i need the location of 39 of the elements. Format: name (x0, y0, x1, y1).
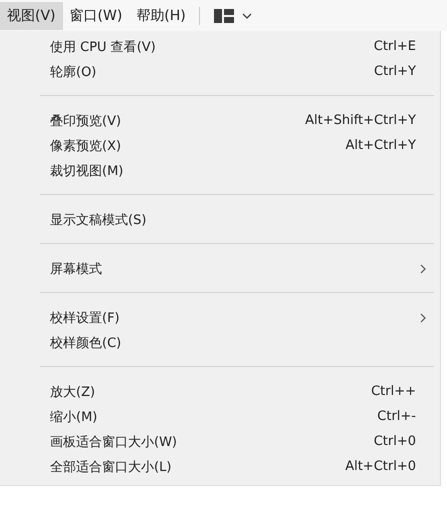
menu-item-label: 放大(Z) (50, 384, 96, 400)
shortcut-label: Ctrl+E (374, 39, 416, 54)
shortcut-label: Ctrl+0 (374, 434, 416, 449)
menu-item-label: 叠印预览(V) (50, 112, 122, 130)
menu-item[interactable]: 校样颜色(C) (0, 330, 440, 355)
menu-item-label: 画板适合窗口大小(W) (50, 434, 178, 450)
menu-item-label: 屏幕模式 (50, 260, 103, 278)
menu-item-label: 校样颜色(C) (50, 334, 122, 352)
menu-item[interactable]: 轮廓(O) Ctrl+Y (0, 59, 440, 84)
shortcut-label: Ctrl+Y (374, 64, 416, 79)
menu-item[interactable]: 显示文稿模式(S) (0, 207, 440, 232)
menu-item[interactable]: 使用 CPU 查看(V) Ctrl+E (0, 34, 440, 59)
shortcut-label: Ctrl++ (371, 384, 416, 399)
chevron-down-icon (242, 12, 252, 18)
layout-icon (214, 8, 234, 22)
menu-item[interactable]: 校样设置(F) (0, 305, 440, 330)
menu-item-label: 显示文稿模式(S) (50, 212, 148, 228)
menu-item[interactable]: 画板适合窗口大小(W) Ctrl+0 (0, 429, 440, 454)
shortcut-label: Ctrl+- (377, 409, 416, 424)
shortcut-label: Alt+Ctrl+Y (346, 138, 416, 153)
menu-item-label: 校样设置(F) (50, 310, 121, 326)
menu-item-label: 使用 CPU 查看(V) (50, 38, 157, 56)
menu-title[interactable]: 窗口(W) (62, 2, 130, 30)
menu-title[interactable]: 帮助(H) (129, 2, 193, 30)
menu-item[interactable]: 放大(Z) Ctrl++ (0, 379, 440, 404)
menu-item[interactable]: 像素预览(X) Alt+Ctrl+Y (0, 133, 440, 158)
menu-item[interactable]: 屏幕模式 (0, 256, 440, 281)
menu-item[interactable]: 缩小(M) Ctrl+- (0, 404, 440, 429)
menu-item-label: 缩小(M) (50, 408, 98, 426)
menu-item-label: 全部适合窗口大小(L) (50, 458, 172, 476)
menu-item-label: 轮廓(O) (50, 64, 98, 80)
menu-item-label: 裁切视图(M) (50, 162, 124, 180)
menu-item-label: 像素预览(X) (50, 138, 122, 154)
menu-item[interactable]: 裁切视图(M) (0, 158, 440, 183)
shortcut-label: Alt+Shift+Ctrl+Y (305, 113, 416, 128)
shortcut-label: Alt+Ctrl+0 (345, 459, 416, 474)
menu-title[interactable]: 视图(V) (0, 2, 63, 30)
menu-item[interactable]: 全部适合窗口大小(L) Alt+Ctrl+0 (0, 454, 440, 479)
menu-item[interactable]: 叠印预览(V) Alt+Shift+Ctrl+Y (0, 108, 440, 133)
